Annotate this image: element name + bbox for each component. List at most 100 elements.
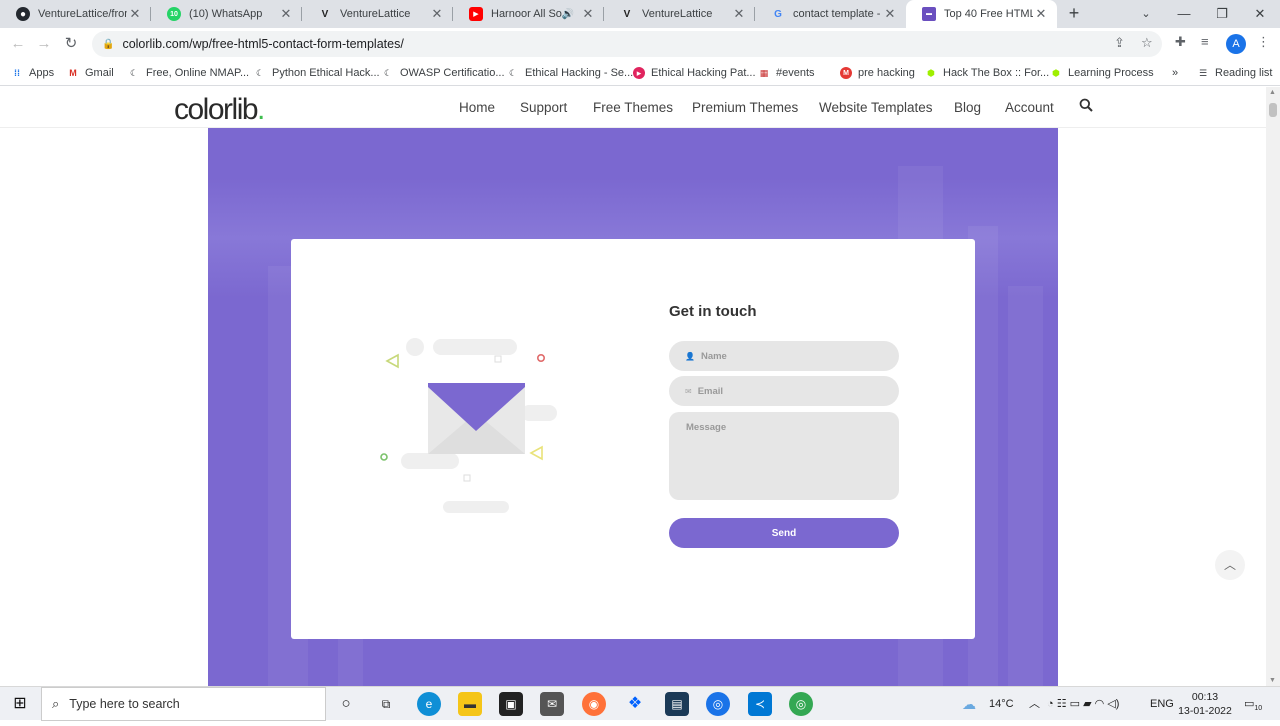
scroll-up-icon[interactable]: ▲ [1269,89,1276,96]
vscode-icon[interactable]: ≺ [748,692,772,716]
tab-title: Harnoor All Song [491,8,562,20]
bookmarks-overflow-icon[interactable]: » [1172,64,1178,82]
scroll-down-icon[interactable]: ▼ [1269,677,1276,684]
share-icon[interactable]: ⇪ [1114,35,1125,51]
nav-blog[interactable]: Blog [954,100,981,115]
tab-title: Top 40 Free HTML5 & C [944,8,1033,20]
bookmark-hackthebox[interactable]: ⬢ Hack The Box :: For... [925,64,1049,82]
message-field[interactable]: Message [669,412,899,500]
taskbar-search-box[interactable]: ⌕ Type here to search [41,687,326,721]
nav-website-templates[interactable]: Website Templates [819,100,933,115]
cortana-icon[interactable]: ○ [334,692,358,716]
reading-list-icon: ☰ [1198,67,1208,78]
chrome-profile-icon[interactable]: ◎ [789,692,813,716]
close-icon[interactable]: ✕ [580,6,596,22]
close-icon[interactable]: ✕ [1033,6,1049,22]
forward-icon[interactable]: → [32,32,56,56]
lock-icon[interactable]: 🔒 [102,39,114,50]
media-icon[interactable]: ≡ [1201,34,1209,49]
star-icon[interactable]: ☆ [1141,35,1153,51]
tab-github[interactable]: ● VentureLattice/fronte ✕ [0,0,151,28]
bookmark-nmap[interactable]: ☾ Free, Online NMAP... [128,64,249,82]
name-field[interactable]: 👤 Name [669,341,899,371]
envelope-illustration [380,338,557,513]
dropbox-icon[interactable]: ❖ [623,692,647,716]
page-scrollbar[interactable]: ▲ ▼ [1266,87,1280,686]
nav-account[interactable]: Account [1005,100,1054,115]
tab-google-search[interactable]: G contact template - Go ✕ [755,0,906,28]
language-indicator[interactable]: ENG [1150,687,1174,721]
bookmark-owasp[interactable]: ☾ OWASP Certificatio... [382,64,505,82]
tab-colorlib-active[interactable]: ▬ Top 40 Free HTML5 & C ✕ [906,0,1057,28]
firefox-icon[interactable]: ◉ [582,692,606,716]
notification-icon[interactable]: ▭10 [1244,687,1262,721]
back-to-top-button[interactable]: ︿ [1215,550,1245,580]
menu-kebab-icon[interactable]: ⋮ [1257,34,1270,50]
restore-icon[interactable]: ❐ [1203,0,1241,28]
bookmark-label: Ethical Hacking Pat... [651,67,756,79]
app-dark-icon[interactable]: ▤ [665,692,689,716]
tab-search-icon[interactable]: ⌄ [1127,0,1165,28]
task-view-icon[interactable]: ⧉ [374,692,398,716]
window-close-icon[interactable]: ✕ [1241,0,1279,28]
email-field[interactable]: ✉ Email [669,376,899,406]
tab-venturelattice-1[interactable]: V VentureLattice ✕ [302,0,453,28]
bookmark-learning-process[interactable]: ⬢ Learning Process [1050,64,1154,82]
tray-chevron-icon[interactable]: ︿ [1029,687,1040,721]
send-button[interactable]: Send [669,518,899,548]
close-icon[interactable]: ✕ [731,6,747,22]
bookmark-python-hack[interactable]: ☾ Python Ethical Hack... [254,64,380,82]
tray-icons[interactable]: ◔ ☷ ▭ ▰ ◠ ◁) [1047,687,1119,721]
reading-list-button[interactable]: ☰ Reading list [1197,64,1273,82]
nav-support[interactable]: Support [520,100,567,115]
web-page: colorlib. Home Support Free Themes Premi… [0,87,1266,686]
tab-whatsapp[interactable]: 10 (10) WhatsApp ✕ [151,0,302,28]
taskbar-clock[interactable]: 00:13 13-01-2022 [1176,690,1234,718]
close-icon[interactable]: ✕ [429,6,445,22]
nav-premium-themes[interactable]: Premium Themes [692,100,798,115]
bookmark-ethical-hacking-se[interactable]: ☾ Ethical Hacking - Se... [507,64,633,82]
bookmark-apps[interactable]: ⁞⁞ Apps [11,64,54,82]
store-icon[interactable]: ▣ [499,692,523,716]
edge-icon[interactable]: e [417,692,441,716]
mail-icon[interactable]: ✉ [540,692,564,716]
bookmark-events[interactable]: ▦ #events [758,64,815,82]
weather-temp[interactable]: 14°C [989,687,1014,721]
file-explorer-icon[interactable]: ▬ [458,692,482,716]
new-tab-button[interactable]: + [1064,3,1084,23]
scrollbar-thumb[interactable] [1269,103,1277,117]
extensions-icon[interactable]: ✚ [1175,34,1186,50]
apps-grid-icon: ⁞⁞ [14,68,20,78]
bookmark-label: Learning Process [1068,67,1154,79]
address-bar[interactable]: 🔒 colorlib.com/wp/free-html5-contact-for… [92,31,1162,57]
profile-avatar[interactable]: A [1226,34,1246,54]
speaker-icon[interactable]: 🔊 [562,9,574,20]
bookmark-pre-hacking[interactable]: M pre hacking [840,64,915,82]
close-icon[interactable]: ✕ [278,6,294,22]
logo-dot: . [257,93,265,126]
form-title: Get in touch [669,303,757,320]
windows-start-icon[interactable]: ⊞ [8,692,32,716]
reload-icon[interactable]: ↻ [59,32,83,56]
envelope-icon: ✉ [685,386,692,396]
tab-youtube[interactable]: ▶ Harnoor All Song 🔊 ✕ [453,0,604,28]
chrome-icon[interactable]: ◎ [706,692,730,716]
search-icon[interactable] [1079,98,1093,112]
bookmark-ethical-hacking-pat[interactable]: ▸ Ethical Hacking Pat... [633,64,756,82]
nav-free-themes[interactable]: Free Themes [593,100,673,115]
bookmark-label: OWASP Certificatio... [400,67,505,79]
clock-date: 13-01-2022 [1178,705,1232,717]
weather-icon[interactable]: ☁ [962,687,976,721]
close-icon[interactable]: ✕ [127,6,143,22]
bookmark-gmail[interactable]: M Gmail [67,64,113,82]
back-icon[interactable]: ← [6,32,30,56]
message-placeholder: Message [686,422,727,433]
colorlib-icon: ▬ [922,7,936,21]
email-placeholder: Email [697,385,724,397]
nav-home[interactable]: Home [459,100,495,115]
crescent-icon: ☾ [129,67,139,78]
close-icon[interactable]: ✕ [882,6,898,22]
tab-venturelattice-2[interactable]: V VentureLattice ✕ [604,0,755,28]
minimize-icon[interactable]: — [1165,0,1203,28]
colorlib-logo[interactable]: colorlib. [174,93,265,127]
